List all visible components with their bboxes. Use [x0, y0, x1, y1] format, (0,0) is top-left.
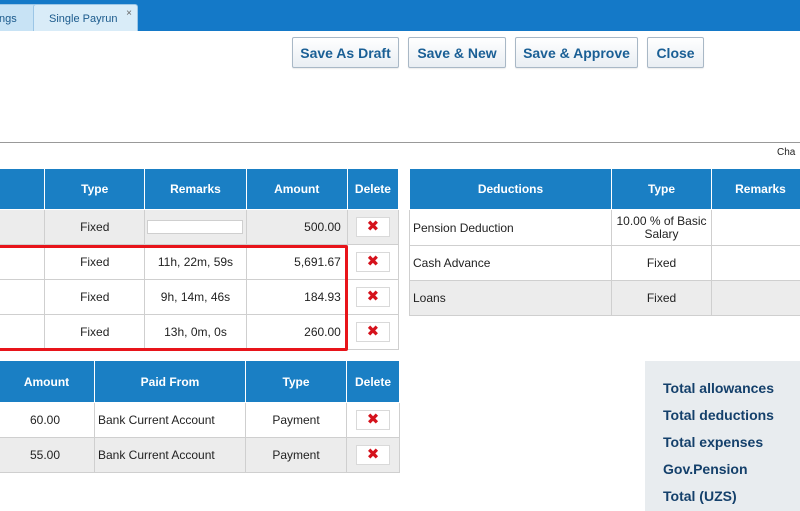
amount-cell: 260.00: [245, 314, 348, 350]
total-deductions-label: Total deductions: [663, 407, 774, 423]
type-header: Type: [611, 168, 712, 210]
table-row: Loans Fixed: [409, 280, 800, 316]
amount-cell: 5,691.67: [245, 244, 348, 280]
table-row: Fixed 9h, 14m, 46s 184.93 ✖: [0, 279, 400, 315]
paid-from-header: Paid From: [94, 360, 246, 403]
remarks-cell: 11h, 22m, 59s: [144, 244, 247, 280]
deductions-table: Deductions Type Remarks Pension Deductio…: [409, 168, 800, 316]
delete-icon[interactable]: ✖: [355, 252, 390, 272]
remarks-cell: 13h, 0m, 0s: [144, 314, 247, 350]
remarks-cell: [711, 280, 800, 316]
divider: [0, 142, 800, 143]
allowance-name-cell: [0, 209, 46, 245]
paid-from-cell: Bank Current Account: [94, 402, 246, 438]
close-icon[interactable]: ×: [126, 8, 132, 19]
allowance-name-header: [0, 168, 46, 210]
save-and-approve-button[interactable]: Save & Approve: [515, 37, 638, 68]
save-as-draft-button[interactable]: Save As Draft: [292, 37, 399, 68]
remarks-cell: 9h, 14m, 46s: [144, 279, 247, 315]
delete-header: Delete: [346, 360, 400, 403]
remarks-header: Remarks: [711, 168, 800, 210]
delete-cell: ✖: [346, 209, 400, 245]
amount-header: Amount: [245, 168, 348, 210]
paid-from-cell: Bank Current Account: [94, 437, 246, 473]
table-row: Fixed 13h, 0m, 0s 260.00 ✖: [0, 314, 400, 350]
type-line: Salary: [644, 226, 679, 241]
tab-bar: ngs Single Payrun ×: [0, 0, 800, 31]
deduction-name-cell: Cash Advance: [409, 245, 612, 281]
total-allowances-label: Total allowances: [663, 380, 774, 396]
delete-cell: ✖: [346, 244, 400, 280]
gov-pension-label: Gov.Pension: [663, 461, 748, 477]
totals-panel: Total allowances Total deductions Total …: [645, 361, 800, 511]
type-header: Type: [245, 360, 347, 403]
type-line: 10.00 % of Basic: [616, 213, 707, 228]
remarks-cell: [144, 209, 247, 245]
total-expenses-label: Total expenses: [663, 434, 764, 450]
amount-header: Amount: [0, 360, 95, 403]
expenses-table: Amount Paid From Type Delete 60.00 Bank …: [0, 360, 400, 473]
deduction-name-cell: Loans: [409, 280, 612, 316]
type-cell: Fixed: [44, 314, 146, 350]
remarks-cell: [711, 245, 800, 281]
amount-cell: 500.00: [245, 209, 348, 245]
table-row: Pension Deduction 10.00 % of Basic Salar…: [409, 209, 800, 246]
delete-icon[interactable]: ✖: [355, 322, 390, 342]
allowance-name-cell: [0, 279, 46, 315]
allowances-table: Type Remarks Amount Delete Fixed 500.00 …: [0, 168, 400, 350]
chart-label: Cha: [777, 147, 796, 158]
table-row: Cash Advance Fixed: [409, 245, 800, 281]
deduction-name-cell: Pension Deduction: [409, 209, 612, 246]
delete-cell: ✖: [346, 314, 400, 350]
type-cell: Fixed: [44, 279, 146, 315]
close-button[interactable]: Close: [647, 37, 704, 68]
tab-single-payrun[interactable]: Single Payrun ×: [33, 4, 138, 31]
amount-cell: 184.93: [245, 279, 348, 315]
allowance-name-cell: [0, 314, 46, 350]
tab-label: Single Payrun: [49, 13, 118, 25]
amount-cell: 55.00: [0, 437, 95, 473]
save-and-new-button[interactable]: Save & New: [408, 37, 506, 68]
type-cell: Fixed: [611, 280, 712, 316]
total-uzs-label: Total (UZS): [663, 488, 737, 504]
delete-icon[interactable]: ✖: [355, 287, 390, 307]
table-row: 60.00 Bank Current Account Payment ✖: [0, 402, 400, 438]
table-row: 55.00 Bank Current Account Payment ✖: [0, 437, 400, 473]
type-header: Type: [44, 168, 146, 210]
remarks-cell: [711, 209, 800, 246]
type-cell: Fixed: [44, 244, 146, 280]
delete-header: Delete: [346, 168, 400, 210]
delete-cell: ✖: [346, 402, 400, 438]
delete-icon[interactable]: ✖: [356, 410, 390, 430]
delete-cell: ✖: [346, 437, 400, 473]
remarks-input[interactable]: [147, 220, 244, 235]
type-cell: Fixed: [44, 209, 146, 245]
deductions-header: Deductions: [409, 168, 612, 210]
type-cell: Fixed: [611, 245, 712, 281]
type-cell: 10.00 % of Basic Salary: [611, 209, 712, 246]
allowance-name-cell: [0, 244, 46, 280]
table-row: Fixed 11h, 22m, 59s 5,691.67 ✖: [0, 244, 400, 280]
tab-label: ngs: [0, 13, 17, 25]
remarks-header: Remarks: [144, 168, 247, 210]
type-cell: Payment: [245, 437, 347, 473]
delete-icon[interactable]: ✖: [356, 445, 390, 465]
amount-cell: 60.00: [0, 402, 95, 438]
delete-cell: ✖: [346, 279, 400, 315]
type-cell: Payment: [245, 402, 347, 438]
table-row: Fixed 500.00 ✖: [0, 209, 400, 245]
delete-icon[interactable]: ✖: [355, 217, 390, 237]
